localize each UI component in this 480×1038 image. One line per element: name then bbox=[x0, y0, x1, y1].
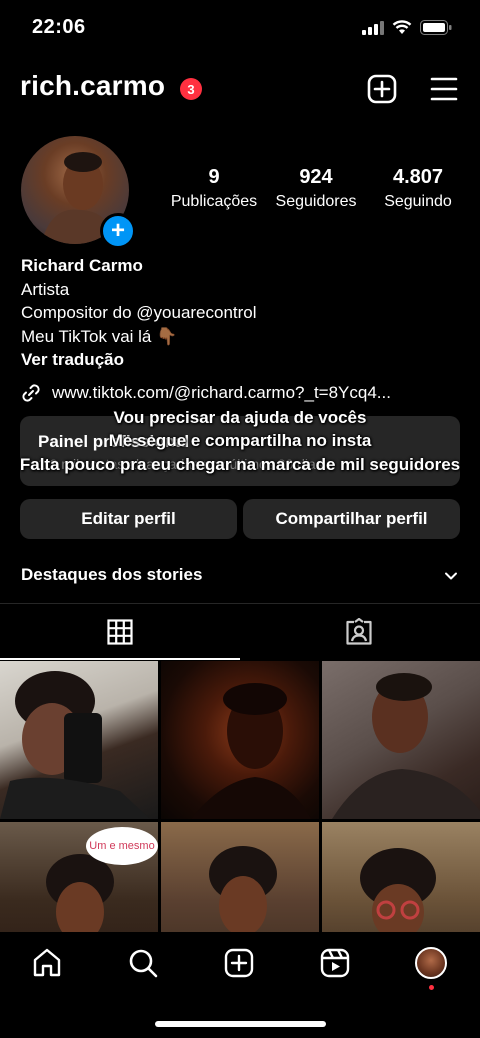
post-photo bbox=[332, 673, 480, 819]
bio-line-1: Compositor do @youarecontrol bbox=[21, 303, 257, 322]
profile-bio: Richard Carmo Artista Compositor do @you… bbox=[21, 254, 257, 372]
create-post-icon[interactable] bbox=[367, 74, 397, 104]
caption-line-1: Vou precisar da ajuda de vocês bbox=[113, 408, 367, 427]
stat-posts-label: Publicações bbox=[170, 193, 258, 210]
share-profile-button[interactable]: Compartilhar perfil bbox=[243, 499, 460, 539]
chevron-down-icon[interactable] bbox=[443, 568, 459, 584]
edit-profile-button[interactable]: Editar perfil bbox=[20, 499, 237, 539]
stat-posts[interactable]: 9 Publicações bbox=[166, 166, 262, 211]
notification-dot bbox=[429, 985, 434, 990]
stat-following-value: 4.807 bbox=[392, 166, 444, 188]
post-photo bbox=[0, 671, 150, 819]
stat-following-label: Seguindo bbox=[384, 193, 452, 210]
create-icon[interactable] bbox=[223, 947, 255, 979]
profile-link-text: www.tiktok.com/@richard.carmo?_t=8Ycq4..… bbox=[52, 383, 391, 402]
stat-followers-value: 924 bbox=[299, 166, 333, 188]
tagged-tab-icon[interactable] bbox=[345, 618, 373, 646]
stat-following[interactable]: 4.807 Seguindo bbox=[373, 166, 463, 211]
comic-speech-bubble: Um e mesmo bbox=[86, 827, 158, 865]
post-thumbnail[interactable] bbox=[0, 661, 158, 819]
caption-line-2: Me segue e compartilha no insta bbox=[108, 431, 372, 450]
profile-username[interactable]: rich.carmo bbox=[20, 70, 165, 102]
grid-tab-icon[interactable] bbox=[107, 619, 133, 645]
profile-name: Richard Carmo bbox=[21, 256, 143, 275]
bio-line-2: Meu TikTok vai lá 👇🏾 bbox=[21, 326, 178, 346]
section-divider bbox=[0, 603, 480, 604]
stat-followers[interactable]: 924 Seguidores bbox=[268, 166, 364, 211]
status-icons bbox=[362, 20, 452, 35]
search-icon[interactable] bbox=[127, 947, 159, 979]
active-tab-indicator bbox=[0, 658, 240, 660]
profile-category: Artista bbox=[21, 279, 70, 299]
status-time: 22:06 bbox=[32, 16, 86, 38]
profile-nav-avatar[interactable] bbox=[415, 947, 447, 979]
menu-icon[interactable] bbox=[430, 76, 458, 102]
wifi-icon bbox=[392, 20, 412, 34]
profile-link[interactable]: www.tiktok.com/@richard.carmo?_t=8Ycq4..… bbox=[20, 382, 391, 404]
caption-line-3: Falta pouco pra eu chegar na marca de mi… bbox=[19, 455, 461, 474]
stat-posts-value: 9 bbox=[208, 166, 220, 188]
notification-badge[interactable]: 3 bbox=[180, 78, 202, 100]
link-icon bbox=[22, 384, 40, 402]
post-thumbnail[interactable] bbox=[161, 661, 319, 819]
post-thumbnail[interactable] bbox=[322, 661, 480, 819]
add-story-icon[interactable]: + bbox=[100, 213, 136, 249]
home-indicator[interactable] bbox=[155, 1021, 326, 1027]
story-highlights-label[interactable]: Destaques dos stories bbox=[21, 565, 202, 585]
cellular-signal-icon bbox=[362, 20, 384, 35]
post-photo bbox=[191, 683, 311, 819]
see-translation-link[interactable]: Ver tradução bbox=[21, 348, 257, 372]
battery-icon bbox=[420, 20, 452, 35]
stat-followers-label: Seguidores bbox=[275, 193, 357, 210]
reels-icon[interactable] bbox=[319, 947, 351, 979]
home-icon[interactable] bbox=[31, 947, 63, 979]
